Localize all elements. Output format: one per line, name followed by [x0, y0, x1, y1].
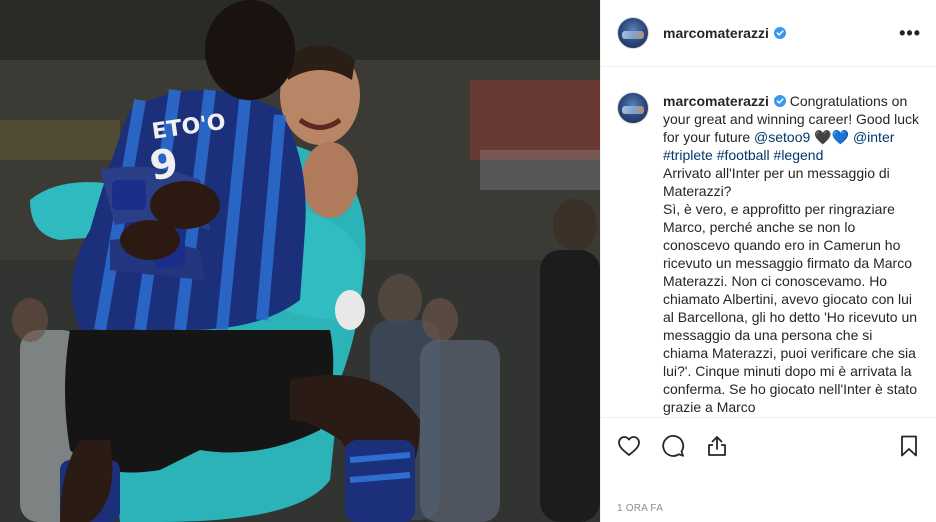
bookmark-icon[interactable]: [897, 434, 921, 458]
heart-icon[interactable]: [617, 434, 641, 458]
caption-area: marcomaterazzi Congratulations on your g…: [601, 68, 936, 416]
caption-avatar[interactable]: [617, 92, 649, 124]
post-photo-illustration: ETO'O 9: [0, 0, 600, 522]
mention-link[interactable]: @setoo9: [754, 129, 810, 145]
heart-emoji: 🖤💙: [814, 129, 850, 145]
caption-paragraph-question: Arrivato all'Inter per un messaggio di M…: [663, 165, 890, 199]
post-header: marcomaterazzi •••: [601, 0, 936, 67]
hashtag-football[interactable]: #football: [717, 147, 770, 163]
hashtag-legend[interactable]: #legend: [774, 147, 824, 163]
action-bar: [601, 417, 936, 473]
caption-username[interactable]: marcomaterazzi: [663, 93, 769, 109]
verified-badge-icon: [773, 27, 786, 39]
hashtag-inter[interactable]: @inter: [853, 129, 894, 145]
share-icon[interactable]: [705, 434, 729, 458]
hashtag-triplete[interactable]: #triplete: [663, 147, 713, 163]
post-photo[interactable]: ETO'O 9: [0, 0, 600, 522]
more-options-icon[interactable]: •••: [899, 24, 921, 42]
post-side-panel: marcomaterazzi ••• marcomaterazzi Congra…: [600, 0, 936, 522]
post-timestamp[interactable]: 1 ORA FA: [617, 503, 663, 514]
verified-badge-icon: [773, 95, 786, 107]
avatar[interactable]: [617, 17, 649, 49]
caption-text: marcomaterazzi Congratulations on your g…: [663, 92, 921, 416]
comment-icon[interactable]: [661, 434, 685, 458]
caption-paragraph-answer: Sì, è vero, e approfitto per ringraziare…: [663, 201, 918, 415]
header-username[interactable]: marcomaterazzi: [663, 25, 769, 41]
